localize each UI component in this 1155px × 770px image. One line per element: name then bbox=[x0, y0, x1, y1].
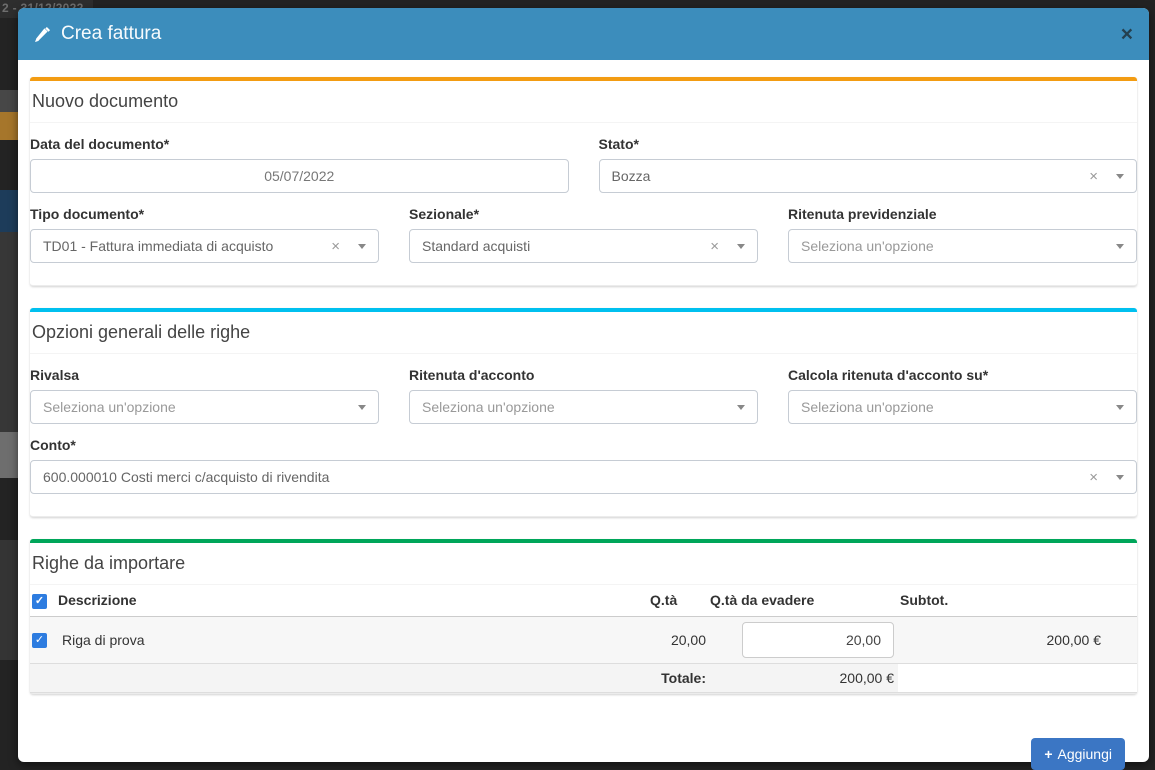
column-header-subtot: Subtot. bbox=[898, 585, 1137, 617]
field-label: Data del documento* bbox=[30, 136, 170, 152]
field-label: Ritenuta d'acconto bbox=[409, 367, 535, 383]
section-nuovo-documento: Nuovo documento Data del documento* Stat… bbox=[30, 77, 1137, 286]
selected-value: 600.000010 Costi merci c/acquisto di riv… bbox=[43, 469, 330, 485]
background-sidebar-fragment bbox=[0, 232, 18, 432]
modal-footer: + Aggiungi bbox=[30, 716, 1137, 770]
selected-value: Standard acquisti bbox=[422, 238, 531, 254]
background-sidebar-fragment bbox=[0, 112, 18, 140]
righe-table: ✓ Descrizione Q.tà Q.tà da evadere Subto… bbox=[30, 585, 1137, 693]
add-button[interactable]: + Aggiungi bbox=[1031, 737, 1125, 770]
ritenuta-acconto-select[interactable]: Seleziona un'opzione bbox=[409, 390, 758, 424]
selected-value: Bozza bbox=[611, 168, 651, 184]
add-button-label: Aggiungi bbox=[1057, 745, 1113, 762]
pencil-icon bbox=[35, 26, 51, 42]
cell-descrizione: Riga di prova bbox=[56, 616, 648, 664]
total-label: Totale: bbox=[30, 663, 708, 693]
field-sezionale: Sezionale* Standard acquisti × bbox=[409, 193, 758, 263]
clear-icon[interactable]: × bbox=[710, 239, 719, 254]
cell-subtot: 200,00 € bbox=[898, 616, 1137, 664]
field-label: Stato* bbox=[598, 136, 639, 152]
table-total-row: Totale: 200,00 € bbox=[30, 663, 1137, 693]
background-sidebar-fragment bbox=[0, 540, 18, 660]
field-label: Sezionale* bbox=[409, 206, 480, 222]
chevron-down-icon bbox=[1116, 404, 1124, 410]
field-data-documento: Data del documento* bbox=[30, 123, 569, 193]
section-righe-importare: Righe da importare ✓ Descrizione Q.tà Q.… bbox=[30, 539, 1137, 694]
plus-icon: + bbox=[1044, 745, 1053, 762]
field-calcola-ritenuta: Calcola ritenuta d'acconto su* Seleziona… bbox=[788, 354, 1137, 424]
section-opzioni-generali: Opzioni generali delle righe Rivalsa Sel… bbox=[30, 308, 1137, 517]
rivalsa-select[interactable]: Seleziona un'opzione bbox=[30, 390, 379, 424]
chevron-down-icon bbox=[737, 404, 745, 410]
modal-body: Nuovo documento Data del documento* Stat… bbox=[18, 60, 1149, 770]
chevron-down-icon bbox=[358, 243, 366, 249]
placeholder-value: Seleziona un'opzione bbox=[801, 399, 934, 415]
total-blank-cell bbox=[898, 663, 1137, 693]
row-checkbox[interactable]: ✓ bbox=[32, 633, 47, 649]
column-header-qta-evadere: Q.tà da evadere bbox=[708, 585, 898, 617]
tipo-documento-select[interactable]: TD01 - Fattura immediata di acquisto × bbox=[30, 229, 379, 263]
selected-value: TD01 - Fattura immediata di acquisto bbox=[43, 238, 274, 254]
date-input[interactable] bbox=[30, 159, 569, 193]
background-sidebar-fragment bbox=[0, 90, 18, 112]
clear-icon[interactable]: × bbox=[331, 239, 340, 254]
field-ritenuta-previdenziale: Ritenuta previdenziale Seleziona un'opzi… bbox=[788, 193, 1137, 263]
create-invoice-modal: Crea fattura × Nuovo documento Data del … bbox=[18, 8, 1149, 770]
table-header-row: ✓ Descrizione Q.tà Q.tà da evadere Subto… bbox=[30, 585, 1137, 617]
column-header-qta: Q.tà bbox=[648, 585, 708, 617]
section-title: Opzioni generali delle righe bbox=[30, 312, 1137, 354]
field-label: Calcola ritenuta d'acconto su* bbox=[788, 367, 989, 383]
modal-title: Crea fattura bbox=[61, 23, 162, 44]
check-icon: ✓ bbox=[34, 594, 45, 607]
field-label: Conto* bbox=[30, 437, 76, 453]
placeholder-value: Seleziona un'opzione bbox=[801, 238, 934, 254]
chevron-down-icon bbox=[737, 243, 745, 249]
sezionale-select[interactable]: Standard acquisti × bbox=[409, 229, 758, 263]
cell-qta: 20,00 bbox=[648, 616, 708, 664]
column-header-descrizione: Descrizione bbox=[56, 585, 648, 617]
chevron-down-icon bbox=[1116, 243, 1124, 249]
conto-select[interactable]: 600.000010 Costi merci c/acquisto di riv… bbox=[30, 460, 1137, 494]
check-icon: ✓ bbox=[34, 634, 45, 647]
background-sidebar-fragment bbox=[0, 432, 18, 478]
field-ritenuta-acconto: Ritenuta d'acconto Seleziona un'opzione bbox=[409, 354, 758, 424]
field-rivalsa: Rivalsa Seleziona un'opzione bbox=[30, 354, 379, 424]
calcola-ritenuta-select[interactable]: Seleziona un'opzione bbox=[788, 390, 1137, 424]
qta-evadere-input[interactable] bbox=[742, 621, 894, 658]
clear-icon[interactable]: × bbox=[1089, 470, 1098, 485]
background-sidebar-fragment bbox=[0, 190, 18, 232]
select-all-checkbox[interactable]: ✓ bbox=[32, 593, 47, 609]
chevron-down-icon bbox=[1116, 474, 1124, 480]
modal-header: Crea fattura × bbox=[18, 8, 1149, 60]
field-stato: Stato* Bozza × bbox=[598, 123, 1137, 193]
section-title: Righe da importare bbox=[30, 543, 1137, 585]
total-value: 200,00 € bbox=[708, 663, 898, 693]
field-tipo-documento: Tipo documento* TD01 - Fattura immediata… bbox=[30, 193, 379, 263]
field-label: Rivalsa bbox=[30, 367, 80, 383]
chevron-down-icon bbox=[1116, 173, 1124, 179]
close-icon[interactable]: × bbox=[1121, 24, 1133, 45]
field-conto: Conto* 600.000010 Costi merci c/acquisto… bbox=[30, 437, 1137, 494]
field-label: Ritenuta previdenziale bbox=[788, 206, 937, 222]
section-title: Nuovo documento bbox=[30, 81, 1137, 123]
chevron-down-icon bbox=[358, 404, 366, 410]
placeholder-value: Seleziona un'opzione bbox=[43, 399, 176, 415]
table-row: ✓ Riga di prova 20,00 200,00 € bbox=[30, 616, 1137, 664]
ritenuta-previdenziale-select[interactable]: Seleziona un'opzione bbox=[788, 229, 1137, 263]
clear-icon[interactable]: × bbox=[1089, 169, 1098, 184]
placeholder-value: Seleziona un'opzione bbox=[422, 399, 555, 415]
stato-select[interactable]: Bozza × bbox=[598, 159, 1137, 193]
field-label: Tipo documento* bbox=[30, 206, 145, 222]
